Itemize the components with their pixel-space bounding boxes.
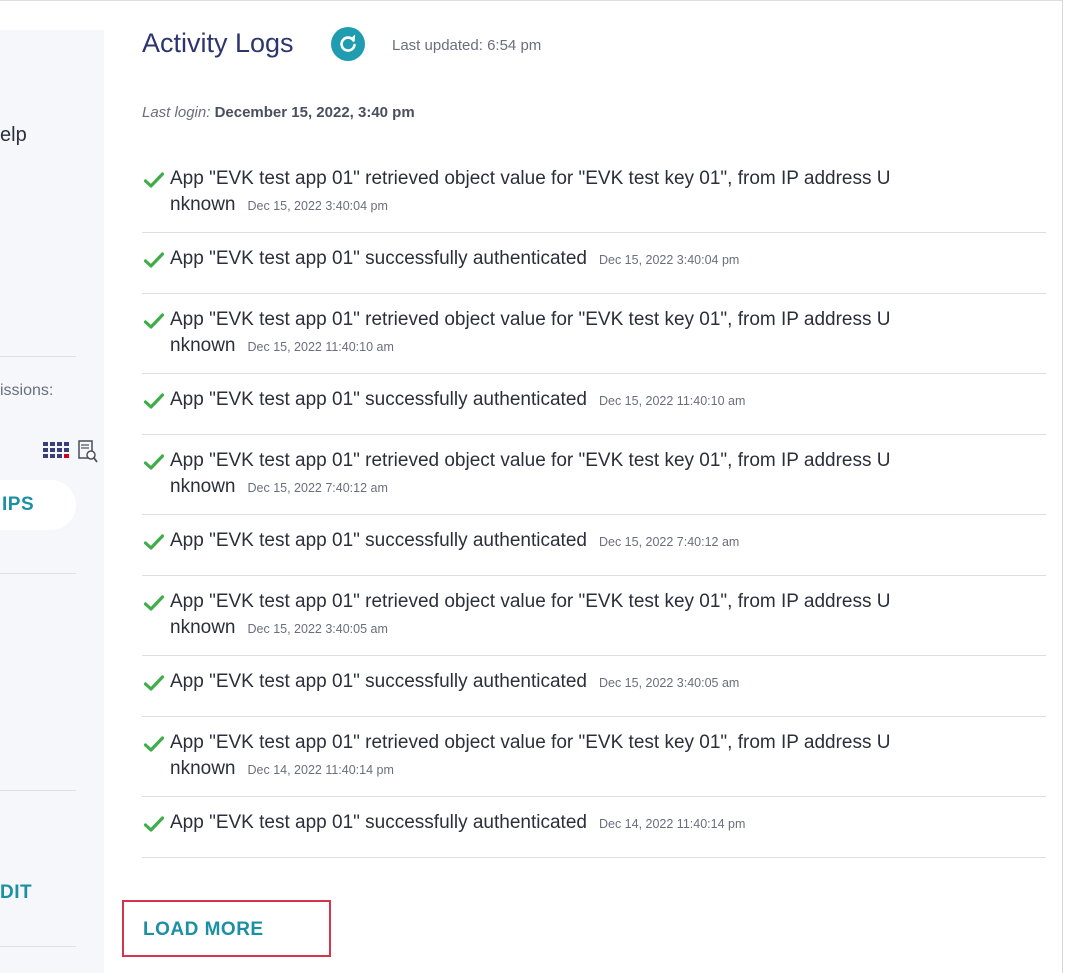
refresh-button[interactable] <box>331 27 365 61</box>
log-timestamp: Dec 15, 2022 11:40:10 am <box>598 394 746 408</box>
log-message-text: App "EVK test app 01" retrieved object v… <box>170 732 891 753</box>
last-login-value: December 15, 2022, 3:40 pm <box>214 104 415 121</box>
log-message: App "EVK test app 01" successfully authe… <box>170 528 970 555</box>
log-item: App "EVK test app 01" retrieved object v… <box>142 293 1046 374</box>
grid-icon[interactable] <box>43 442 73 464</box>
sidebar-edit-button[interactable]: DIT <box>0 882 32 904</box>
check-icon <box>144 393 164 409</box>
sidebar-help-link[interactable]: elp <box>0 124 27 147</box>
last-login-info: Last login: December 15, 2022, 3:40 pm <box>142 104 415 121</box>
log-message: App "EVK test app 01" successfully authe… <box>170 387 970 414</box>
load-more-label: LOAD MORE <box>143 919 264 940</box>
page: elp issions: IPS DIT Activity Logs Last … <box>0 0 1066 973</box>
sidebar-groups-button[interactable]: IPS <box>0 480 76 530</box>
log-timestamp: Dec 15, 2022 7:40:12 am <box>247 481 388 495</box>
check-icon <box>144 313 164 329</box>
log-message: App "EVK test app 01" retrieved object v… <box>170 448 970 501</box>
log-message-text: App "EVK test app 01" retrieved object v… <box>170 450 891 471</box>
log-item: App "EVK test app 01" successfully authe… <box>142 232 1046 294</box>
log-timestamp: Dec 15, 2022 3:40:04 pm <box>598 253 740 267</box>
log-message-text: App "EVK test app 01" successfully authe… <box>170 530 587 551</box>
check-icon <box>144 595 164 611</box>
log-timestamp: Dec 15, 2022 3:40:05 am <box>598 676 740 690</box>
log-message-text-continued: nknown <box>170 335 236 356</box>
log-message: App "EVK test app 01" successfully authe… <box>170 246 970 273</box>
log-item: App "EVK test app 01" retrieved object v… <box>142 716 1046 797</box>
sidebar-permissions-label: issions: <box>0 382 54 399</box>
log-timestamp: Dec 14, 2022 11:40:14 pm <box>247 763 394 777</box>
last-login-label: Last login: <box>142 104 211 121</box>
log-message-text-continued: nknown <box>170 758 236 779</box>
log-timestamp: Dec 15, 2022 7:40:12 am <box>598 535 740 549</box>
log-message-text: App "EVK test app 01" successfully authe… <box>170 389 587 410</box>
log-message: App "EVK test app 01" retrieved object v… <box>170 589 970 642</box>
check-icon <box>144 675 164 691</box>
log-item: App "EVK test app 01" successfully authe… <box>142 373 1046 435</box>
sidebar-divider <box>0 356 76 357</box>
log-timestamp: Dec 15, 2022 3:40:04 pm <box>247 199 388 213</box>
log-message-text: App "EVK test app 01" successfully authe… <box>170 671 587 692</box>
log-message-text: App "EVK test app 01" retrieved object v… <box>170 309 891 330</box>
check-icon <box>144 816 164 832</box>
check-icon <box>144 454 164 470</box>
sidebar-groups-label: IPS <box>2 494 35 515</box>
document-search-icon[interactable] <box>78 440 98 464</box>
log-message: App "EVK test app 01" successfully authe… <box>170 669 970 696</box>
load-more-button[interactable]: LOAD MORE <box>122 900 331 957</box>
refresh-icon <box>340 34 356 52</box>
check-icon <box>144 736 164 752</box>
right-border <box>1062 0 1063 973</box>
log-item: App "EVK test app 01" successfully authe… <box>142 796 1046 858</box>
log-item: App "EVK test app 01" retrieved object v… <box>142 434 1046 515</box>
last-updated-text: Last updated: 6:54 pm <box>392 37 542 54</box>
log-message-text-continued: nknown <box>170 194 236 215</box>
log-message-text: App "EVK test app 01" retrieved object v… <box>170 168 891 189</box>
check-icon <box>144 172 164 188</box>
log-message: App "EVK test app 01" retrieved object v… <box>170 166 970 219</box>
check-icon <box>144 534 164 550</box>
log-item: App "EVK test app 01" retrieved object v… <box>142 575 1046 656</box>
log-item: App "EVK test app 01" retrieved object v… <box>142 152 1046 233</box>
log-message-text: App "EVK test app 01" successfully authe… <box>170 248 587 269</box>
log-message: App "EVK test app 01" retrieved object v… <box>170 307 970 360</box>
log-message-text-continued: nknown <box>170 476 236 497</box>
log-item: App "EVK test app 01" successfully authe… <box>142 514 1046 576</box>
sidebar-divider <box>0 573 76 574</box>
top-border <box>0 0 1063 1</box>
page-title: Activity Logs <box>142 28 294 58</box>
sidebar: elp issions: IPS DIT <box>0 30 104 973</box>
log-item: App "EVK test app 01" successfully authe… <box>142 655 1046 717</box>
log-message-text-continued: nknown <box>170 617 236 638</box>
log-message-text: App "EVK test app 01" retrieved object v… <box>170 591 891 612</box>
sidebar-divider <box>0 790 76 791</box>
log-message: App "EVK test app 01" retrieved object v… <box>170 730 970 783</box>
log-timestamp: Dec 15, 2022 3:40:05 am <box>247 622 388 636</box>
log-message: App "EVK test app 01" successfully authe… <box>170 810 970 837</box>
log-timestamp: Dec 14, 2022 11:40:14 pm <box>598 817 746 831</box>
sidebar-divider <box>0 946 76 947</box>
check-icon <box>144 252 164 268</box>
log-timestamp: Dec 15, 2022 11:40:10 am <box>247 340 394 354</box>
log-message-text: App "EVK test app 01" successfully authe… <box>170 812 587 833</box>
